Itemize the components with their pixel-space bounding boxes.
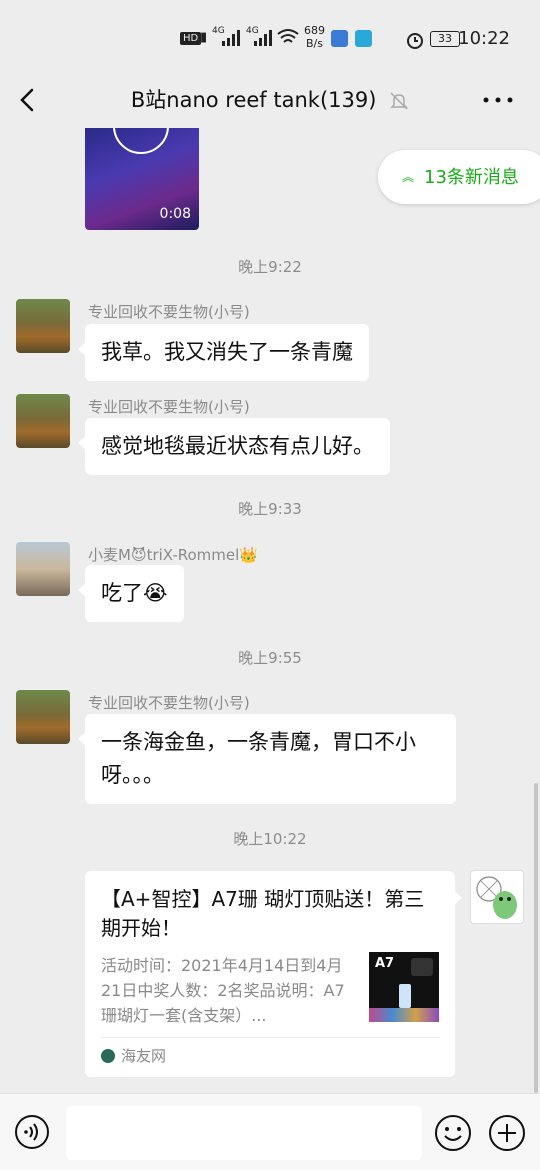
mute-bell-icon [390, 92, 408, 110]
sender-name: 专业回收不要生物(小号) [88, 694, 250, 712]
avatar[interactable] [16, 394, 70, 448]
message-text-line: 呀。。。 [101, 763, 164, 787]
source-logo-icon [101, 1049, 115, 1063]
signal-icon [222, 30, 240, 46]
link-card[interactable]: 【A+智控】A7珊 瑚灯顶贴送！第三期开始！ 活动时间：2021年4月14日到4… [85, 871, 462, 1077]
net-speed: 689 B/s [304, 24, 325, 50]
emoji-icon[interactable] [434, 1114, 472, 1152]
card-source-name: 海友网 [121, 1047, 167, 1065]
battery-icon: 33 [430, 31, 460, 47]
card-thumbnail: A7 [369, 952, 439, 1022]
clock: 10:22 [458, 28, 510, 49]
lamp-image [411, 958, 433, 976]
net-speed-unit: B/s [306, 37, 323, 50]
my-avatar[interactable] [470, 870, 524, 924]
timestamp: 晚上9:55 [238, 649, 302, 667]
message-bubble[interactable]: 我草。我又消失了一条青魔 [78, 324, 369, 381]
message-input[interactable] [66, 1106, 422, 1160]
sim-icon: ▮ [200, 30, 208, 45]
chat-title: B站nano reef tank(139) [0, 84, 540, 114]
app-notification-icon [331, 30, 348, 47]
coral-image [369, 1008, 439, 1022]
divider [101, 1037, 439, 1038]
double-chevron-up-icon: ︽ [402, 170, 415, 184]
nav-bar: B站nano reef tank(139) [0, 72, 540, 128]
new-messages-button[interactable]: ︽ 13条新消息 [378, 150, 540, 204]
bulb-notification-icon [355, 30, 372, 47]
signal-icon-2 [254, 30, 272, 46]
hd-badge: HD [180, 32, 202, 45]
timestamp: 晚上10:22 [233, 830, 307, 848]
net-speed-value: 689 [304, 24, 325, 37]
plus-icon[interactable] [488, 1114, 526, 1152]
video-message[interactable]: 0:08 [85, 128, 199, 230]
avatar[interactable] [16, 299, 70, 353]
voice-input-icon[interactable] [14, 1114, 50, 1150]
timestamp: 晚上9:22 [238, 258, 302, 276]
avatar[interactable] [16, 690, 70, 744]
new-messages-label: 13条新消息 [424, 167, 519, 188]
sender-name: 小麦M😈triX-Rommel👑 [88, 546, 258, 564]
more-options-icon[interactable] [478, 82, 518, 118]
alarm-icon [407, 33, 423, 49]
card-source: 海友网 [101, 1043, 166, 1069]
message-list[interactable]: 0:08 ︽ 13条新消息 晚上9:22 专业回收不要生物(小号) 我草。我又消失… [0, 128, 540, 1093]
sender-name: 专业回收不要生物(小号) [88, 398, 250, 416]
phone-image [399, 984, 411, 1008]
chat-title-text: B站nano reef tank(139) [130, 88, 377, 112]
input-bar [0, 1093, 540, 1170]
card-title: 【A+智控】A7珊 瑚灯顶贴送！第三期开始！ [101, 887, 425, 940]
wifi-icon [277, 29, 299, 43]
dinosaur-icon [476, 876, 517, 919]
sender-name: 专业回收不要生物(小号) [88, 303, 250, 321]
message-bubble[interactable]: 吃了😭 [78, 565, 184, 622]
play-icon [113, 128, 169, 154]
message-bubble[interactable]: 感觉地毯最近状态有点儿好。 [78, 418, 390, 475]
scrollbar[interactable] [534, 783, 538, 1093]
card-thumbnail-label: A7 [375, 956, 395, 971]
avatar[interactable] [16, 542, 70, 596]
message-bubble[interactable]: 一条海金鱼，一条青魔，胃口不小 呀。。。 [78, 714, 456, 804]
status-bar: HD ▮ 4G 4G 689 B/s 33 10:22 [0, 0, 540, 72]
timestamp: 晚上9:33 [238, 500, 302, 518]
video-duration: 0:08 [159, 206, 191, 222]
card-description: 活动时间：2021年4月14日到4月21日中奖人数：2名奖品说明：A7珊瑚灯一套… [101, 956, 345, 1025]
message-text-line: 一条海金鱼，一条青魔，胃口不小 [101, 730, 416, 754]
